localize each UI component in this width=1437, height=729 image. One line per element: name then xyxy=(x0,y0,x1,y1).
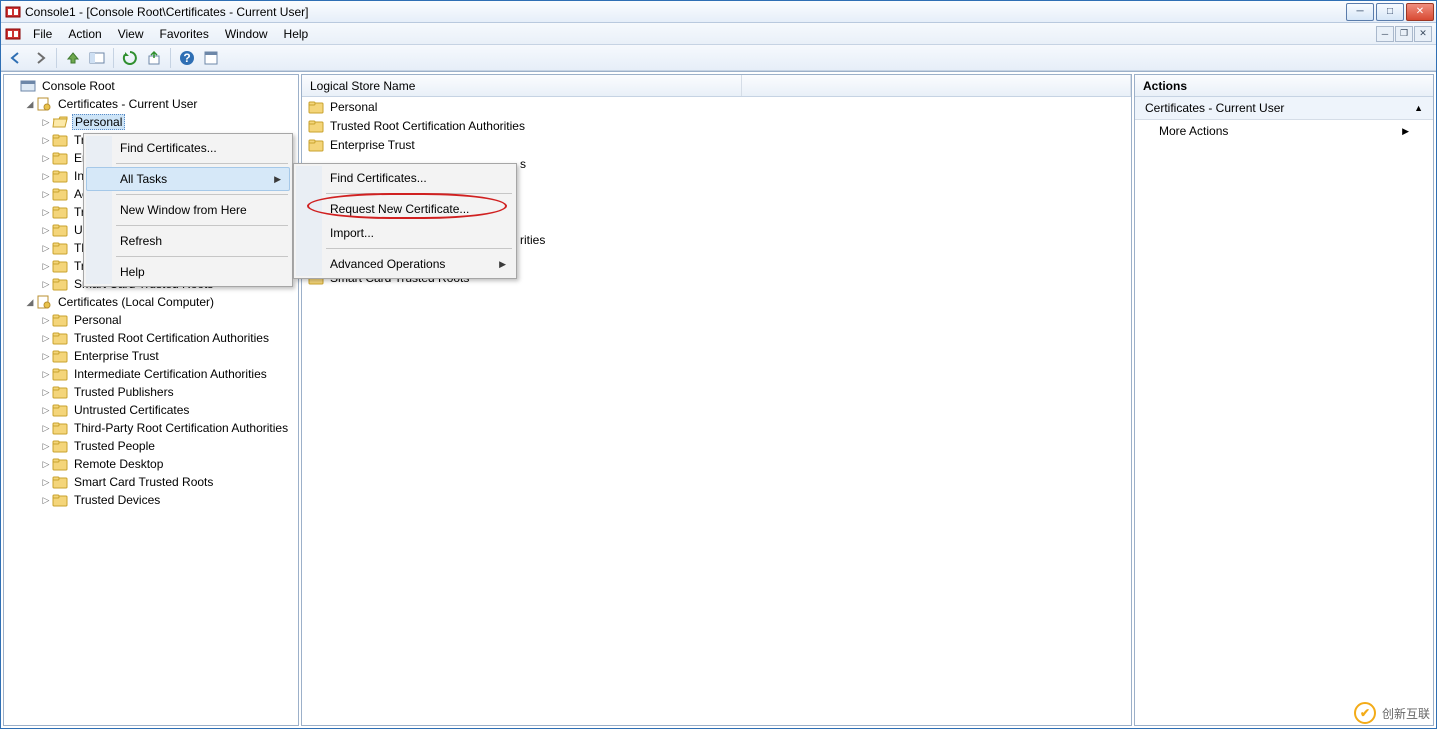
column-blank[interactable] xyxy=(742,75,1131,96)
tree-node[interactable]: ▷Enterprise Trust xyxy=(36,347,298,365)
separator xyxy=(326,193,512,194)
ctx-find-certificates[interactable]: Find Certificates... xyxy=(86,136,290,160)
list-item[interactable]: Trusted Root Certification Authorities xyxy=(302,116,1131,135)
folder-icon xyxy=(308,99,324,115)
folder-icon xyxy=(308,137,324,153)
ctx-help[interactable]: Help xyxy=(86,260,290,284)
cert-icon xyxy=(36,96,52,112)
export-button[interactable] xyxy=(143,47,165,69)
cert-icon xyxy=(36,294,52,310)
mmc-icon xyxy=(5,4,21,20)
separator xyxy=(116,163,288,164)
menu-file[interactable]: File xyxy=(25,25,60,43)
separator xyxy=(116,256,288,257)
watermark: ✔ 创新互联 xyxy=(1354,702,1430,724)
context-menu: Find Certificates... All Tasks▶ New Wind… xyxy=(83,133,293,287)
ctx-find-certificates[interactable]: Find Certificates... xyxy=(296,166,514,190)
back-button[interactable] xyxy=(5,47,27,69)
menu-action[interactable]: Action xyxy=(60,25,109,43)
list-header[interactable]: Logical Store Name xyxy=(302,75,1131,97)
tree-node[interactable]: ▷Trusted Devices xyxy=(36,491,298,509)
toolbar xyxy=(1,45,1436,71)
mdi-minimize-button[interactable]: ─ xyxy=(1376,26,1394,42)
separator xyxy=(170,48,171,68)
ctx-import[interactable]: Import... xyxy=(296,221,514,245)
show-hide-tree-button[interactable] xyxy=(86,47,108,69)
mdi-close-button[interactable]: ✕ xyxy=(1414,26,1432,42)
tree-node[interactable]: ▷Trusted Publishers xyxy=(36,383,298,401)
menu-help[interactable]: Help xyxy=(276,25,317,43)
list-item[interactable]: Personal xyxy=(302,97,1131,116)
minimize-button[interactable]: ─ xyxy=(1346,3,1374,21)
titlebar: Console1 - [Console Root\Certificates - … xyxy=(1,1,1436,23)
folder-open-icon xyxy=(52,114,68,130)
tree-node-cert-current-user[interactable]: ◢ Certificates - Current User xyxy=(20,95,298,113)
menubar: File Action View Favorites Window Help ─… xyxy=(1,23,1436,45)
doc-icon xyxy=(5,26,21,42)
menu-view[interactable]: View xyxy=(110,25,152,43)
refresh-button[interactable] xyxy=(119,47,141,69)
separator xyxy=(116,225,288,226)
help-button[interactable] xyxy=(176,47,198,69)
tree-node[interactable]: ▷Intermediate Certification Authorities xyxy=(36,365,298,383)
tree-node[interactable]: ▷Trusted People xyxy=(36,437,298,455)
tree-node-personal[interactable]: ▷ Personal xyxy=(36,113,298,131)
tree-node[interactable]: ▷Remote Desktop xyxy=(36,455,298,473)
submenu-arrow-icon: ▶ xyxy=(274,174,281,185)
separator xyxy=(326,248,512,249)
tree-node[interactable]: ▷Smart Card Trusted Roots xyxy=(36,473,298,491)
collapse-icon[interactable]: ◢ xyxy=(24,296,36,308)
tree-node-cert-local-computer[interactable]: ◢ Certificates (Local Computer) xyxy=(20,293,298,311)
tree-node[interactable]: ▷Trusted Root Certification Authorities xyxy=(36,329,298,347)
watermark-icon: ✔ xyxy=(1354,702,1376,724)
menu-window[interactable]: Window xyxy=(217,25,276,43)
actions-section[interactable]: Certificates - Current User ▲ xyxy=(1135,97,1433,120)
collapse-icon[interactable]: ▲ xyxy=(1414,103,1423,113)
tree-node[interactable]: ▷Personal xyxy=(36,311,298,329)
mdi-restore-button[interactable]: ❐ xyxy=(1395,26,1413,42)
tree-node[interactable]: ▷Third-Party Root Certification Authorit… xyxy=(36,419,298,437)
separator xyxy=(116,194,288,195)
ctx-refresh[interactable]: Refresh xyxy=(86,229,290,253)
submenu-arrow-icon: ▶ xyxy=(499,259,506,270)
properties-button[interactable] xyxy=(200,47,222,69)
separator xyxy=(113,48,114,68)
window-title: Console1 - [Console Root\Certificates - … xyxy=(25,5,1346,19)
forward-button[interactable] xyxy=(29,47,51,69)
ctx-request-new-certificate[interactable]: Request New Certificate... xyxy=(296,197,514,221)
ctx-all-tasks[interactable]: All Tasks▶ xyxy=(86,167,290,191)
list-item[interactable]: Enterprise Trust xyxy=(302,135,1131,154)
actions-header: Actions xyxy=(1135,75,1433,97)
close-button[interactable]: ✕ xyxy=(1406,3,1434,21)
ctx-new-window[interactable]: New Window from Here xyxy=(86,198,290,222)
context-submenu: Find Certificates... Request New Certifi… xyxy=(293,163,517,279)
ctx-advanced-operations[interactable]: Advanced Operations▶ xyxy=(296,252,514,276)
tree-node[interactable]: ▷Untrusted Certificates xyxy=(36,401,298,419)
tree-node-console-root[interactable]: ▸ Console Root xyxy=(4,77,298,95)
up-button[interactable] xyxy=(62,47,84,69)
column-logical-store-name[interactable]: Logical Store Name xyxy=(302,75,742,96)
folder-icon xyxy=(308,118,324,134)
mmc-window: Console1 - [Console Root\Certificates - … xyxy=(0,0,1437,729)
separator xyxy=(56,48,57,68)
expand-icon[interactable]: ▷ xyxy=(40,116,52,128)
menu-favorites[interactable]: Favorites xyxy=(152,25,217,43)
actions-more[interactable]: More Actions ▶ xyxy=(1135,120,1433,142)
actions-pane: Actions Certificates - Current User ▲ Mo… xyxy=(1134,74,1434,726)
maximize-button[interactable]: □ xyxy=(1376,3,1404,21)
collapse-icon[interactable]: ◢ xyxy=(24,98,36,110)
submenu-arrow-icon: ▶ xyxy=(1402,126,1409,137)
console-icon xyxy=(20,78,36,94)
